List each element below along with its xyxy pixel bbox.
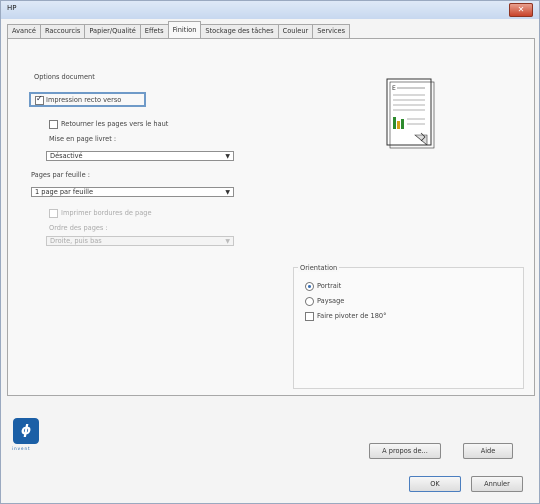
booklet-layout-label: Mise en page livret : (49, 135, 117, 143)
portrait-label: Portrait (317, 282, 342, 290)
landscape-label: Paysage (317, 297, 345, 305)
cancel-button[interactable]: Annuler (471, 476, 523, 492)
svg-text:E: E (392, 85, 396, 92)
tab-bar: Avancé Raccourcis Papier/Qualité Effets … (7, 21, 351, 39)
duplex-checkbox[interactable] (35, 94, 44, 105)
print-dialog-window: HP ✕ Avancé Raccourcis Papier/Qualité Ef… (0, 0, 540, 504)
pages-per-sheet-select[interactable]: 1 page par feuille ▼ (31, 187, 234, 197)
window-title: HP (7, 4, 17, 12)
booklet-layout-value: Désactivé (50, 152, 83, 160)
tab-services[interactable]: Services (312, 24, 351, 38)
landscape-radio[interactable] (305, 297, 314, 306)
hp-logo-tagline: invent (12, 446, 31, 451)
rotate-180-label: Faire pivoter de 180° (317, 312, 387, 320)
page-order-label: Ordre des pages : (49, 224, 108, 232)
print-borders-checkbox[interactable] (49, 209, 58, 218)
page-preview-image: E (385, 77, 437, 149)
booklet-layout-select[interactable]: Désactivé ▼ (46, 151, 234, 161)
flip-pages-label: Retourner les pages vers le haut (61, 120, 169, 128)
pages-per-sheet-label: Pages par feuille : (31, 171, 90, 179)
ok-button[interactable]: OK (409, 476, 461, 492)
tab-shortcuts[interactable]: Raccourcis (39, 24, 86, 38)
tab-effects[interactable]: Effets (139, 24, 169, 38)
duplex-label: Impression recto verso (46, 96, 122, 104)
about-button[interactable]: A propos de... (369, 443, 441, 459)
close-icon[interactable]: ✕ (509, 3, 533, 17)
tab-finishing[interactable]: Finition (167, 21, 202, 38)
tab-color[interactable]: Couleur (277, 24, 314, 38)
help-button[interactable]: Aide (463, 443, 513, 459)
page-order-value: Droite, puis bas (50, 237, 102, 245)
portrait-radio[interactable] (305, 282, 314, 291)
chevron-down-icon: ▼ (225, 153, 230, 160)
orientation-label: Orientation (298, 264, 340, 272)
document-options-label: Options document (34, 73, 95, 81)
tab-advanced[interactable]: Avancé (7, 24, 41, 38)
chevron-down-icon: ▼ (225, 189, 230, 196)
flip-pages-checkbox[interactable] (49, 120, 58, 129)
tab-paper-quality[interactable]: Papier/Qualité (84, 24, 141, 38)
chevron-down-icon: ▼ (225, 238, 230, 245)
title-bar: HP ✕ (1, 1, 539, 19)
page-order-select[interactable]: Droite, puis bas ▼ (46, 236, 234, 246)
rotate-180-checkbox[interactable] (305, 312, 314, 321)
print-borders-label: Imprimer bordures de page (61, 209, 152, 217)
hp-logo: ϕ (13, 418, 39, 444)
tab-job-storage[interactable]: Stockage des tâches (200, 24, 279, 38)
pages-per-sheet-value: 1 page par feuille (35, 188, 93, 196)
